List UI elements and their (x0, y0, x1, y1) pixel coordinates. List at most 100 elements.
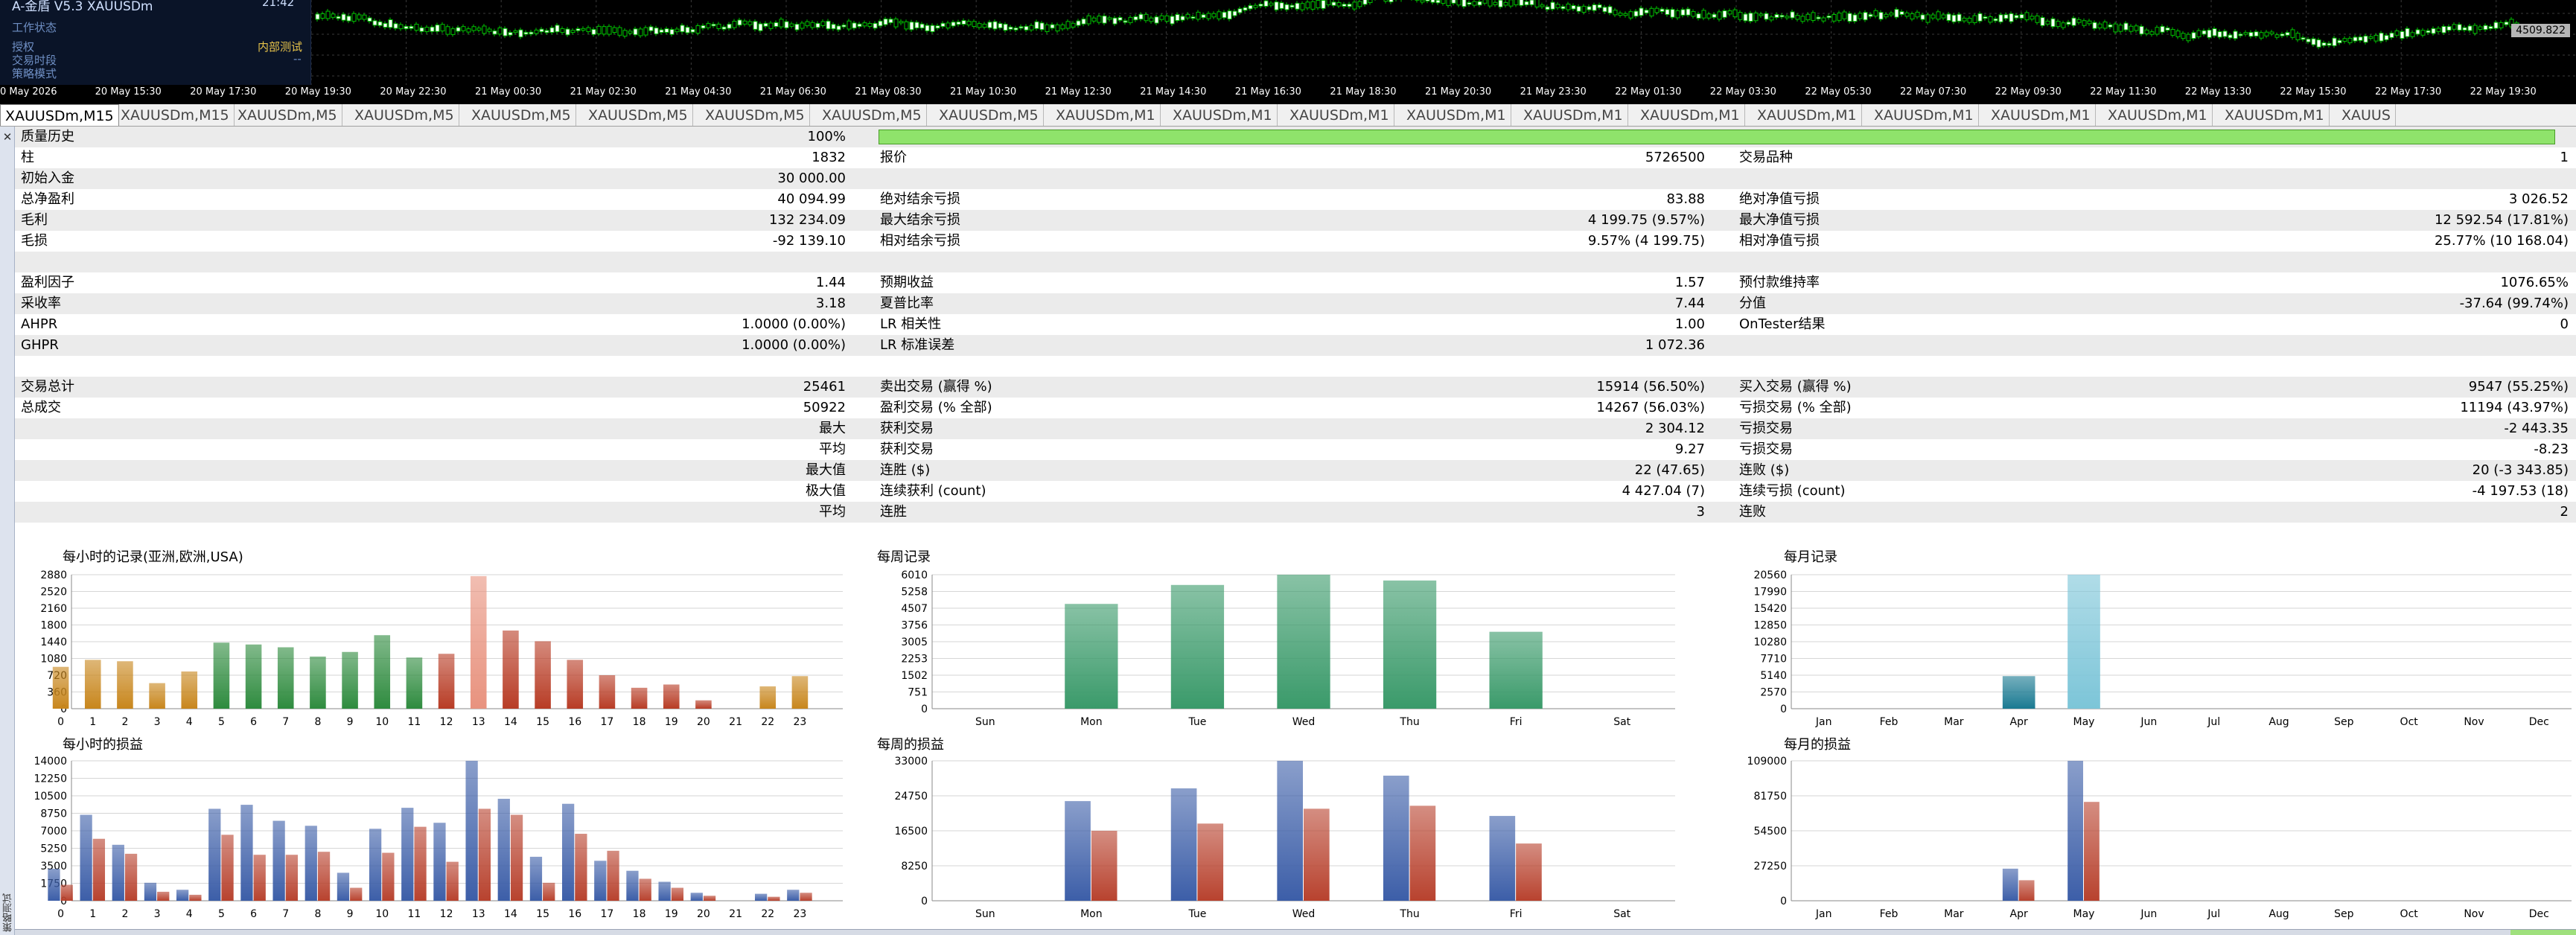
candle-body (591, 29, 596, 35)
value-col3: 1076.65% (2500, 275, 2569, 290)
bar (401, 808, 414, 901)
chart-tab[interactable]: XAUUSDm,M1 (1285, 104, 1394, 126)
candle-body (2373, 34, 2379, 42)
candle-body (351, 13, 357, 22)
candle-body (1571, 5, 1576, 10)
x-tick-label: Mar (1944, 908, 1964, 920)
x-tick-label: 23 (794, 716, 807, 728)
y-tick-label: 0 (921, 896, 928, 907)
candle-body (2306, 39, 2311, 42)
candle-body (1936, 11, 1941, 20)
candle-body (1639, 7, 1644, 16)
candle-body (383, 22, 388, 28)
candle-body (1790, 11, 1795, 19)
bar (221, 835, 234, 901)
chart-tab[interactable]: XAUUSDm,M5 (584, 104, 693, 126)
candle-body (1018, 26, 1024, 29)
chart-tab[interactable]: XAUUSDm,M5 (934, 104, 1044, 126)
x-tick-label: 16 (568, 908, 581, 920)
x-tick-label: 0 (57, 908, 64, 920)
candle-body (1237, 8, 1243, 13)
report-row: 盈利因子 1.44 预期收益 1.57 预付款维持率 1076.65% (15, 272, 2576, 293)
candle-body (1831, 14, 1837, 22)
candle-body (727, 23, 732, 29)
chart-tab[interactable]: XAUUSDm,M1 (1753, 104, 1862, 126)
candle-body (1722, 10, 1727, 18)
candle-body (2285, 32, 2290, 36)
chart-tab[interactable]: XAUUSDm,M5 (817, 104, 927, 126)
x-tick-label: 15 (536, 908, 549, 920)
chart-tab[interactable]: XAUUSDm,M1 (1636, 104, 1745, 126)
y-tick-label: 16500 (894, 826, 928, 837)
x-tick-label: Jan (1815, 716, 1832, 728)
chart-tab[interactable]: XAUUSDm,M5 (350, 104, 459, 126)
candle-body (1670, 9, 1675, 18)
chart-tab[interactable]: XAUUSDm,M1 (1519, 104, 1628, 126)
bar (1170, 788, 1197, 901)
x-tick-label: 20 (697, 716, 710, 728)
candle-body (1665, 9, 1670, 15)
candle-body (654, 28, 659, 35)
candlestick-chart (310, 0, 2576, 85)
x-tick-label: 13 (472, 908, 485, 920)
time-axis-label: 22 May 15:30 (2280, 86, 2347, 98)
candle-body (2009, 13, 2014, 22)
candle-body (346, 16, 351, 22)
candle-body (1316, 0, 1321, 8)
bar (208, 808, 221, 901)
candle-body (1529, 0, 1534, 5)
x-tick-label: Thu (1399, 716, 1419, 728)
candle-body (1138, 13, 1144, 20)
candle-body (768, 22, 774, 29)
chart-tab[interactable]: XAUUSDm,M5 (701, 104, 810, 126)
weekly-pnl-chart: 0 8250 16500 24750 33000 Sun Mon Tue Wed Thu Fri Sa… (894, 756, 1675, 920)
chart-tab[interactable]: XAUUSDm,M1 (1168, 104, 1278, 126)
x-tick-label: 9 (347, 716, 354, 728)
candle-body (1712, 13, 1717, 18)
candle-body (2405, 28, 2410, 37)
chart-tab[interactable]: XAUUSDm,M15 (0, 104, 119, 126)
candle-body (820, 21, 826, 26)
x-tick-label: 1 (89, 716, 96, 728)
bar (382, 852, 395, 901)
value-col2: 14267 (56.03%) (1596, 400, 1705, 415)
time-axis-label: 22 May 17:30 (2375, 86, 2442, 98)
candle-body (2108, 24, 2113, 28)
candle-body (602, 26, 607, 35)
close-icon[interactable]: ✕ (1, 131, 13, 143)
chart-tab[interactable]: XAUUSDm,M1 (1869, 104, 1979, 126)
candle-body (1884, 13, 1889, 18)
chart-tab[interactable]: XAUUS (2337, 104, 2396, 126)
chart-tab[interactable]: XAUUSDm,M1 (1051, 104, 1161, 126)
candle-body (430, 26, 435, 32)
candle-body (2426, 30, 2431, 33)
chart-tab[interactable]: XAUUSDm,M5 (233, 104, 342, 126)
candle-body (2295, 33, 2301, 40)
candle-body (2050, 18, 2056, 28)
x-tick-label: Mon (1080, 716, 1103, 728)
candle-body (841, 25, 847, 28)
chart-tab[interactable]: XAUUSDm,M1 (2220, 104, 2330, 126)
candle-body (935, 25, 940, 29)
y-tick-label: 12250 (34, 773, 67, 785)
candle-body (893, 18, 899, 28)
chart-tab[interactable]: XAUUSDm,M15 (116, 104, 235, 126)
label-col3: 连败 (1739, 504, 1766, 520)
price-chart[interactable]: A-金盾 V5.3 XAUUSDm 工作状态 授权 交易时段 策略模式 内部测试… (0, 0, 2576, 85)
chart-tab[interactable]: XAUUSDm,M1 (2103, 104, 2213, 126)
label-col1: 盈利因子 (21, 275, 74, 290)
bar (2068, 761, 2083, 901)
candle-body (1826, 16, 1831, 19)
chart-tab[interactable]: XAUUSDm,M1 (1402, 104, 1511, 126)
x-tick-label: Dec (2529, 716, 2549, 728)
report-row (15, 252, 2576, 272)
candle-body (914, 22, 919, 29)
candle-body (1759, 13, 1764, 16)
chart-tab[interactable]: XAUUSDm,M5 (467, 104, 576, 126)
candle-body (1680, 9, 1686, 16)
value-col3: -2 443.35 (2504, 421, 2569, 436)
chart-tab[interactable]: XAUUSDm,M1 (1986, 104, 2096, 126)
value-col1: 1.0000 (0.00%) (742, 316, 846, 332)
candle-body (648, 26, 654, 31)
value-col2: 4 199.75 (9.57%) (1587, 212, 1705, 228)
